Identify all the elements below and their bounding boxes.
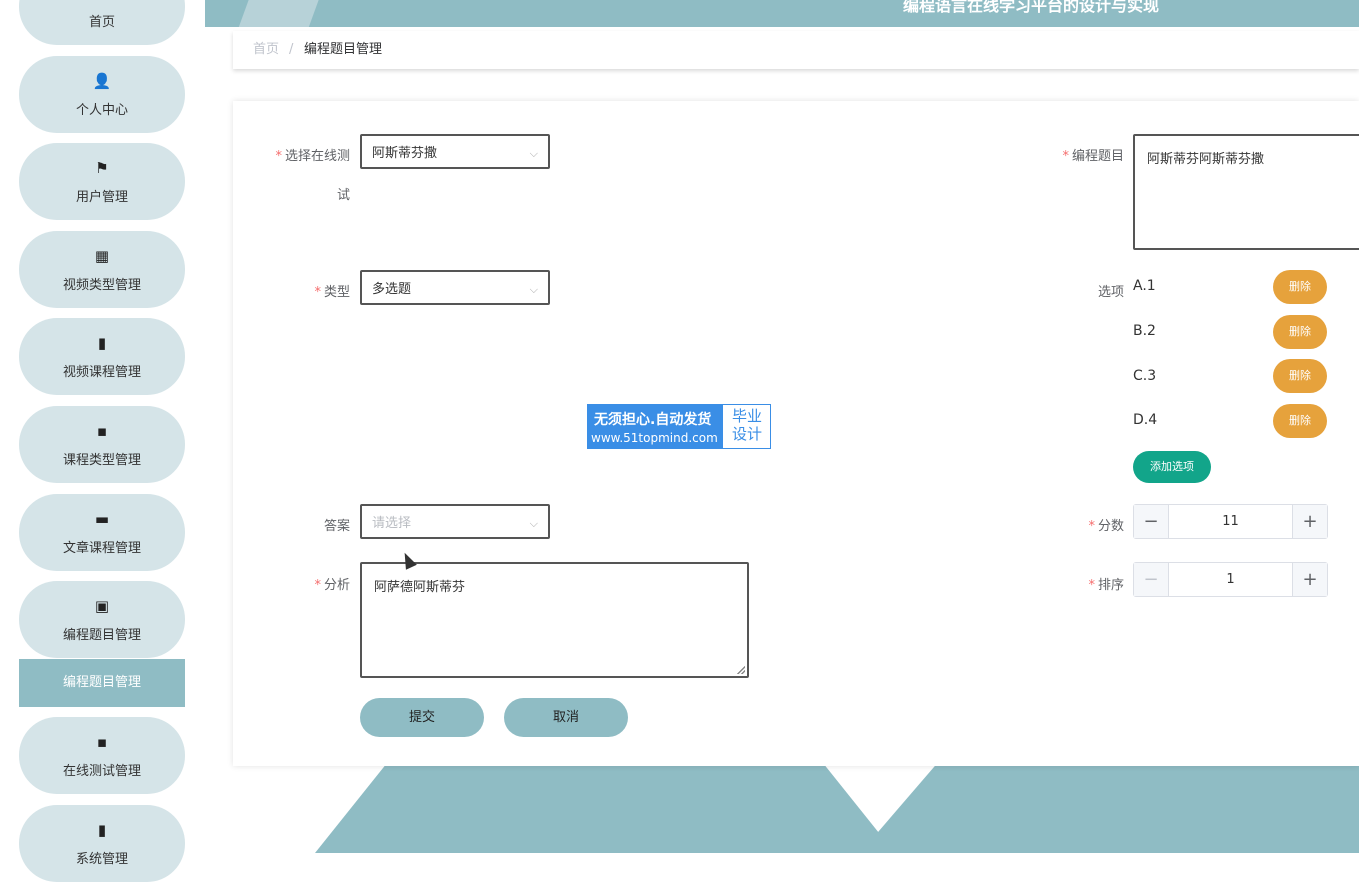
breadcrumb-home[interactable]: 首页 xyxy=(253,31,279,69)
add-option-button[interactable]: 添加选项 xyxy=(1133,451,1211,483)
breadcrumb: 首页 / 编程题目管理 xyxy=(233,31,1359,69)
required-mark: * xyxy=(1062,149,1069,164)
order-value[interactable]: 1 xyxy=(1169,563,1292,596)
chevron-down-icon: ⌵ xyxy=(529,147,538,160)
watermark-right: 毕业设计 xyxy=(731,407,762,443)
order-label-text: 排序 xyxy=(1097,578,1124,593)
sidebar-item-video-courses[interactable]: ▮ 视频课程管理 xyxy=(19,318,185,395)
analysis-text: 阿萨德阿斯蒂芬 xyxy=(374,580,466,595)
sidebar: ⌂ 首页 👤 个人中心 ⚑ 用户管理 ▦ 视频类型管理 ▮ 视频课程管理 ▪ 课… xyxy=(0,0,205,882)
exam-label: * 选择在线测 xyxy=(262,145,350,164)
sidebar-item-label: 个人中心 xyxy=(75,103,128,118)
sidebar-item-programming-questions[interactable]: ▣ 编程题目管理 xyxy=(19,581,185,658)
sidebar-item-article-courses[interactable]: ▬ 文章课程管理 xyxy=(19,494,185,571)
exam-select[interactable]: 阿斯蒂芬撒 ⌵ xyxy=(360,134,550,169)
required-mark: * xyxy=(275,149,282,164)
sidebar-item-users[interactable]: ⚑ 用户管理 xyxy=(19,143,185,220)
delete-option-button[interactable]: 删除 xyxy=(1273,315,1327,349)
submit-button[interactable]: 提交 xyxy=(360,698,484,737)
exam-label-text: 选择在线测 xyxy=(284,149,350,164)
watermark: 无须担心.自动发货 www.51topmind.com 毕业设计 xyxy=(587,404,771,449)
score-label: * 分数 xyxy=(1060,515,1124,534)
breadcrumb-separator: / xyxy=(289,42,294,57)
briefcase-icon: ▬ xyxy=(94,510,110,528)
sidebar-item-label: 在线测试管理 xyxy=(62,764,141,779)
sidebar-item-course-types[interactable]: ▪ 课程类型管理 xyxy=(19,406,185,483)
exam-label-line2: 试 xyxy=(336,188,350,203)
sidebar-item-online-tests[interactable]: ▪ 在线测试管理 xyxy=(19,717,185,794)
answer-select[interactable]: 请选择 ⌵ xyxy=(360,504,550,539)
delete-option-button[interactable]: 删除 xyxy=(1273,404,1327,438)
option-text: B.2 xyxy=(1133,323,1156,339)
background-shape-right xyxy=(860,766,1359,853)
analysis-label-text: 分析 xyxy=(323,578,350,593)
sidebar-item-label: 视频课程管理 xyxy=(62,365,141,380)
option-text: D.4 xyxy=(1133,412,1158,428)
type-label: * 类型 xyxy=(262,281,350,300)
options-label: 选项 xyxy=(1097,285,1124,300)
sidebar-item-label: 编程题目管理 xyxy=(62,628,141,643)
score-value[interactable]: 11 xyxy=(1169,505,1292,538)
top-banner: 编程语言在线学习平台的设计与实现 xyxy=(205,0,1359,27)
answer-select-placeholder: 请选择 xyxy=(372,516,412,531)
apps-icon: ▪ xyxy=(96,733,108,751)
increase-button[interactable]: + xyxy=(1292,563,1327,596)
sidebar-item-home[interactable]: ⌂ 首页 xyxy=(19,0,185,45)
analysis-textarea[interactable]: 阿萨德阿斯蒂芬 xyxy=(360,562,749,678)
answer-label: 答案 xyxy=(323,519,350,534)
required-mark: * xyxy=(1088,519,1095,534)
question-title-label-text: 编程题目 xyxy=(1071,149,1124,164)
option-text: A.1 xyxy=(1133,278,1156,294)
grid-icon: ▦ xyxy=(94,247,110,265)
type-select[interactable]: 多选题 ⌵ xyxy=(360,270,550,305)
score-stepper[interactable]: − 11 + xyxy=(1133,504,1328,539)
sidebar-item-label: 视频类型管理 xyxy=(62,278,141,293)
exam-select-value: 阿斯蒂芬撒 xyxy=(372,146,438,161)
user-icon: 👤 xyxy=(92,72,112,90)
sidebar-subitem-programming-questions[interactable]: 编程题目管理 xyxy=(19,659,185,707)
resize-handle-icon[interactable] xyxy=(737,666,745,674)
apps-icon: ▪ xyxy=(96,422,108,440)
sidebar-item-label: 课程类型管理 xyxy=(62,453,141,468)
app-title: 编程语言在线学习平台的设计与实现 xyxy=(903,0,1160,15)
watermark-line2: www.51topmind.com xyxy=(591,431,718,445)
clipboard-icon: ▣ xyxy=(94,597,110,615)
sidebar-item-system[interactable]: ▮ 系统管理 xyxy=(19,805,185,882)
decrease-button[interactable]: − xyxy=(1134,505,1169,538)
sidebar-item-profile[interactable]: 👤 个人中心 xyxy=(19,56,185,133)
type-select-value: 多选题 xyxy=(372,282,412,297)
watermark-left: 无须担心.自动发货 www.51topmind.com xyxy=(588,405,723,448)
sidebar-item-label: 用户管理 xyxy=(75,190,128,205)
banner-decoration xyxy=(237,0,323,27)
book-icon: ▮ xyxy=(97,334,107,352)
home-icon: ⌂ xyxy=(19,0,185,1)
sidebar-item-label: 文章课程管理 xyxy=(62,541,141,556)
increase-button[interactable]: + xyxy=(1292,505,1327,538)
chevron-down-icon: ⌵ xyxy=(529,517,538,530)
flag-icon: ⚑ xyxy=(95,159,109,177)
question-title-textarea[interactable]: 阿斯蒂芬阿斯蒂芬撒 xyxy=(1133,134,1359,250)
decrease-button[interactable]: − xyxy=(1134,563,1169,596)
required-mark: * xyxy=(1088,578,1095,593)
order-stepper[interactable]: − 1 + xyxy=(1133,562,1328,597)
sidebar-item-label: 系统管理 xyxy=(75,852,128,867)
delete-option-button[interactable]: 删除 xyxy=(1273,270,1327,304)
sidebar-item-video-types[interactable]: ▦ 视频类型管理 xyxy=(19,231,185,308)
chevron-down-icon: ⌵ xyxy=(529,283,538,296)
type-label-text: 类型 xyxy=(323,285,350,300)
required-mark: * xyxy=(314,285,321,300)
sidebar-item-label: 首页 xyxy=(88,15,115,30)
option-text: C.3 xyxy=(1133,368,1157,384)
delete-option-button[interactable]: 删除 xyxy=(1273,359,1327,393)
watermark-line1: 无须担心.自动发货 xyxy=(594,412,712,428)
breadcrumb-current: 编程题目管理 xyxy=(304,42,383,57)
question-title-label: * 编程题目 xyxy=(1020,145,1124,164)
order-label: * 排序 xyxy=(1060,574,1124,593)
cancel-button[interactable]: 取消 xyxy=(504,698,628,737)
required-mark: * xyxy=(314,578,321,593)
score-label-text: 分数 xyxy=(1097,519,1124,534)
analysis-label: * 分析 xyxy=(262,574,350,593)
bar-chart-icon: ▮ xyxy=(97,821,107,839)
background-shape-left xyxy=(315,766,895,853)
